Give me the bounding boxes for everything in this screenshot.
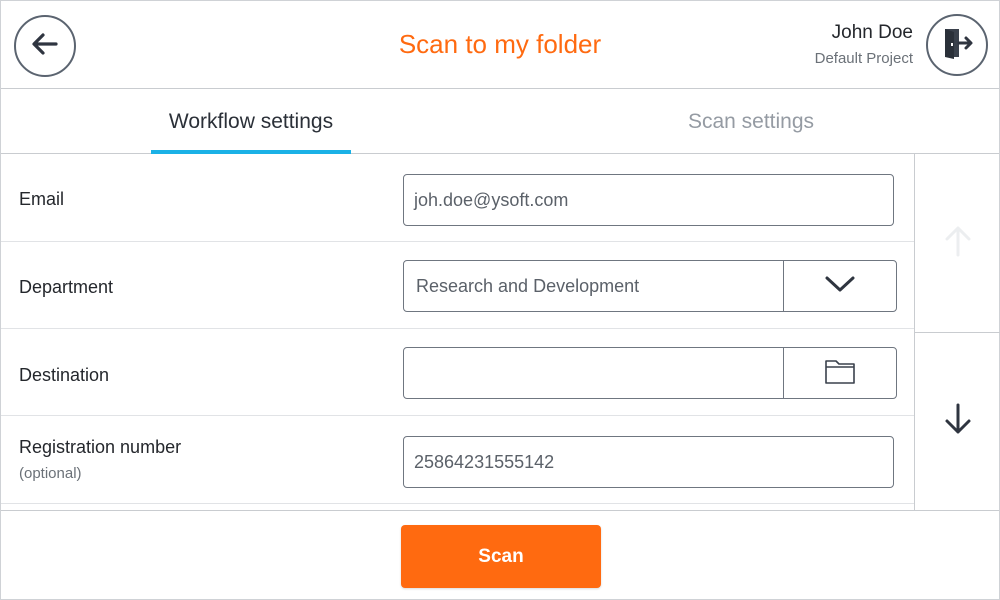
registration-optional-note: (optional) [19, 465, 82, 482]
scroll-controls [914, 154, 1000, 510]
email-label: Email [19, 189, 65, 209]
destination-picker[interactable] [403, 347, 897, 399]
tab-workflow-settings[interactable]: Workflow settings [151, 90, 351, 154]
tab-scan-settings[interactable]: Scan settings [651, 90, 851, 153]
scroll-down-button[interactable] [915, 333, 1000, 510]
email-row: Email joh.doe@ysoft.com [1, 154, 914, 242]
department-dropdown-button[interactable] [783, 261, 896, 311]
project-name: Default Project [814, 50, 913, 67]
app-window: Scan to my folder John Doe Default Proje… [0, 0, 1000, 600]
tab-bar: Workflow settings Scan settings [1, 90, 999, 154]
back-button[interactable] [14, 15, 76, 77]
arrow-down-icon [943, 402, 973, 441]
destination-label: Destination [19, 365, 110, 385]
scan-button[interactable]: Scan [401, 525, 601, 588]
arrow-left-icon [28, 27, 62, 66]
chevron-down-icon [824, 274, 856, 299]
department-value: Research and Development [416, 275, 640, 296]
user-name: John Doe [831, 22, 913, 43]
scroll-up-button[interactable] [915, 154, 1000, 333]
registration-label: Registration number [19, 437, 182, 457]
arrow-up-icon [943, 224, 973, 263]
browse-folder-button[interactable] [783, 348, 896, 398]
logout-door-icon [939, 25, 975, 66]
header: Scan to my folder John Doe Default Proje… [1, 1, 999, 89]
logout-button[interactable] [926, 14, 988, 76]
folder-icon [824, 357, 856, 390]
workflow-form: Email joh.doe@ysoft.com Department Resea… [1, 154, 914, 510]
registration-number-field[interactable]: 25864231555142 [403, 436, 894, 488]
registration-row: Registration number (optional) 258642315… [1, 416, 914, 504]
department-row: Department Research and Development [1, 241, 914, 329]
department-label: Department [19, 277, 114, 297]
footer: Scan [1, 510, 999, 600]
email-field[interactable]: joh.doe@ysoft.com [403, 174, 894, 226]
department-select[interactable]: Research and Development [403, 260, 897, 312]
destination-row: Destination [1, 328, 914, 416]
